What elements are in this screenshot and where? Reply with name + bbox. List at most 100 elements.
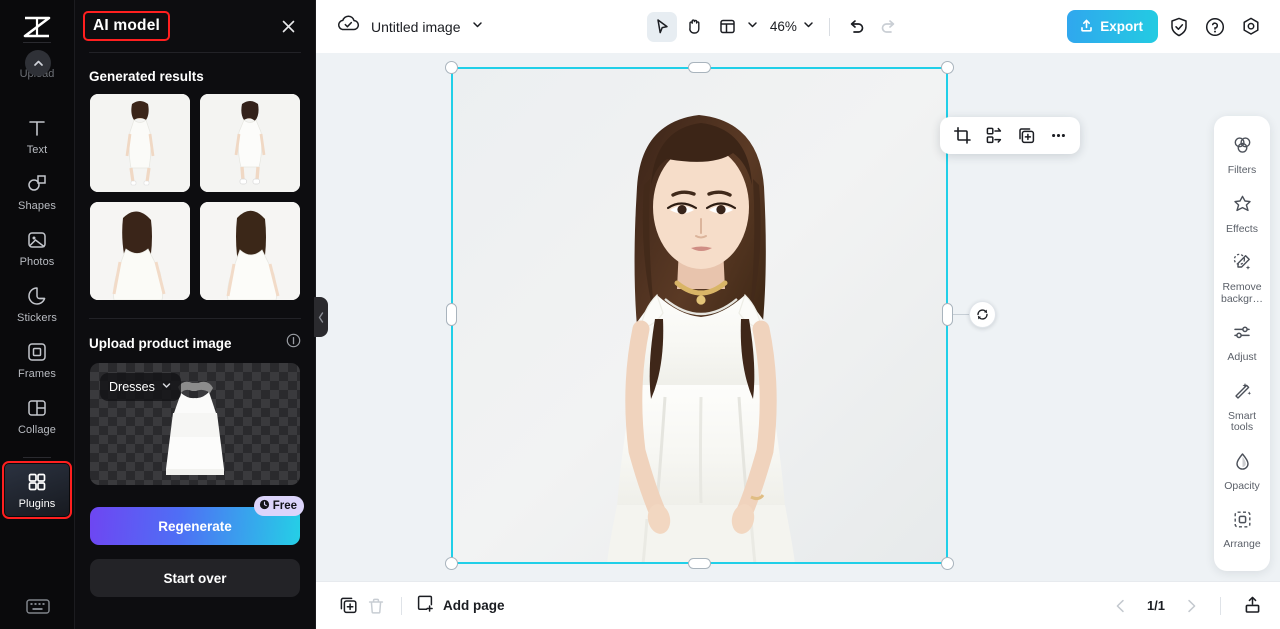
layout-tool-button[interactable] [713, 12, 743, 42]
shapes-icon [26, 173, 48, 195]
tool-remove-background[interactable]: Remove backgr… [1214, 244, 1270, 314]
undo-icon [850, 19, 864, 33]
rotate-handle[interactable] [969, 301, 996, 328]
plus-square-icon [415, 593, 435, 618]
chevron-down-icon[interactable] [471, 18, 484, 36]
category-dropdown[interactable]: Dresses [100, 373, 181, 401]
tool-arrange[interactable]: Arrange [1214, 501, 1270, 560]
page-navigation: 1/1 [1107, 592, 1266, 620]
hand-icon [689, 19, 700, 34]
export-page-button[interactable] [1238, 592, 1266, 620]
handle-bottom-mid[interactable] [688, 558, 711, 569]
handle-top-right[interactable] [941, 61, 954, 74]
sidebar-item-label: Collage [17, 424, 56, 436]
frames-icon [26, 341, 48, 363]
tool-label: Smart tools [1227, 410, 1256, 433]
more-options-button[interactable] [1043, 121, 1073, 151]
crop-icon [953, 127, 971, 144]
generated-result-1[interactable] [90, 94, 190, 192]
chevron-right-icon [1188, 599, 1196, 612]
clock-icon [259, 497, 270, 515]
info-icon[interactable] [286, 333, 301, 353]
shield-check-icon[interactable] [1164, 12, 1194, 42]
zoom-control[interactable]: 46% [762, 18, 818, 36]
page-indicator: 1/1 [1146, 598, 1166, 613]
rail-divider-2 [23, 457, 51, 458]
text-icon [26, 117, 48, 139]
handle-top-left[interactable] [445, 61, 458, 74]
tool-opacity[interactable]: Opacity [1214, 443, 1270, 502]
status-badge: Free [253, 496, 304, 516]
chevron-up-icon[interactable] [25, 50, 51, 76]
sidebar-item-collage[interactable]: Collage [5, 390, 69, 442]
sidebar-item-frames[interactable]: Frames [5, 334, 69, 386]
crop-button[interactable] [947, 121, 977, 151]
add-page-button[interactable]: Add page [415, 593, 505, 618]
question-circle-icon[interactable] [1200, 12, 1230, 42]
close-icon[interactable] [277, 15, 299, 37]
toolbar-divider [828, 17, 830, 36]
sidebar-item-stickers[interactable]: Stickers [5, 278, 69, 330]
plugins-grid-icon [26, 471, 48, 493]
undo-button[interactable] [841, 12, 871, 42]
handle-bottom-right[interactable] [941, 557, 954, 570]
chevron-left-icon [1116, 599, 1124, 612]
handle-top-mid[interactable] [688, 62, 711, 73]
sidebar-item-label: Photos [19, 256, 55, 268]
model-in-white-dress[interactable] [451, 67, 948, 564]
duplicate-button[interactable] [1011, 121, 1041, 151]
tool-smart-tools[interactable]: Smart tools [1214, 373, 1270, 443]
select-tool-button[interactable] [646, 11, 677, 42]
sidebar-item-photos[interactable]: Photos [5, 222, 69, 274]
upload-button[interactable]: Upload [5, 42, 69, 88]
capcut-logo-icon[interactable] [20, 14, 54, 40]
tool-label: Opacity [1224, 480, 1260, 492]
panel-header: AI model [75, 0, 315, 52]
hand-tool-button[interactable] [680, 12, 710, 42]
photos-icon [26, 229, 48, 251]
generated-result-3[interactable] [90, 202, 190, 300]
cutout-button[interactable] [979, 121, 1009, 151]
capcut-image-editor: Upload Text Shapes [0, 0, 1280, 629]
add-page-label: Add page [443, 598, 505, 613]
tool-effects[interactable]: Effects [1214, 186, 1270, 245]
generated-results-grid [75, 94, 315, 300]
duplicate-page-button[interactable] [334, 592, 362, 620]
layout-icon [720, 19, 736, 34]
editor-main: Untitled image 46% Export Filters Effect… [316, 0, 1280, 629]
tool-label: Filters [1227, 165, 1257, 176]
remove-background-icon [1232, 252, 1253, 278]
cloud-check-icon[interactable] [336, 14, 361, 40]
handle-bottom-left[interactable] [445, 557, 458, 570]
document-name[interactable]: Untitled image [371, 19, 461, 35]
topbar-actions: Export [1067, 10, 1266, 43]
sidebar-item-plugins[interactable]: Plugins [2, 461, 72, 519]
start-over-button[interactable]: Start over [90, 559, 300, 597]
export-button[interactable]: Export [1067, 10, 1158, 43]
chevron-down-icon[interactable] [746, 18, 759, 36]
regenerate-wrapper: Regenerate Free [90, 496, 304, 545]
handle-left-mid[interactable] [446, 303, 457, 326]
prev-page-button[interactable] [1107, 592, 1135, 620]
tool-adjust[interactable]: Adjust [1214, 314, 1270, 373]
keyboard-icon[interactable] [23, 595, 53, 617]
adjust-sliders-icon [1232, 322, 1253, 348]
upload-product-heading: Upload product image [89, 335, 232, 351]
sidebar-item-text[interactable]: Text [5, 110, 69, 162]
upload-product-header: Upload product image [75, 319, 315, 363]
product-image-dropzone[interactable]: Dresses [90, 363, 300, 485]
tool-filters[interactable]: Filters [1214, 127, 1270, 186]
gear-hex-icon[interactable] [1236, 12, 1266, 42]
canvas-area[interactable]: Filters Effects Remove backgr… Adjust Sm… [316, 53, 1280, 581]
handle-right-mid[interactable] [942, 303, 953, 326]
chevron-down-icon [161, 378, 172, 396]
right-tool-panel: Filters Effects Remove backgr… Adjust Sm… [1214, 116, 1270, 571]
generated-result-4[interactable] [200, 202, 300, 300]
redo-button[interactable] [874, 12, 904, 42]
next-page-button[interactable] [1177, 592, 1205, 620]
bottombar-divider [401, 596, 402, 615]
panel-collapse-toggle[interactable] [314, 297, 328, 337]
delete-page-button[interactable] [362, 592, 390, 620]
generated-result-2[interactable] [200, 94, 300, 192]
sidebar-item-shapes[interactable]: Shapes [5, 166, 69, 218]
